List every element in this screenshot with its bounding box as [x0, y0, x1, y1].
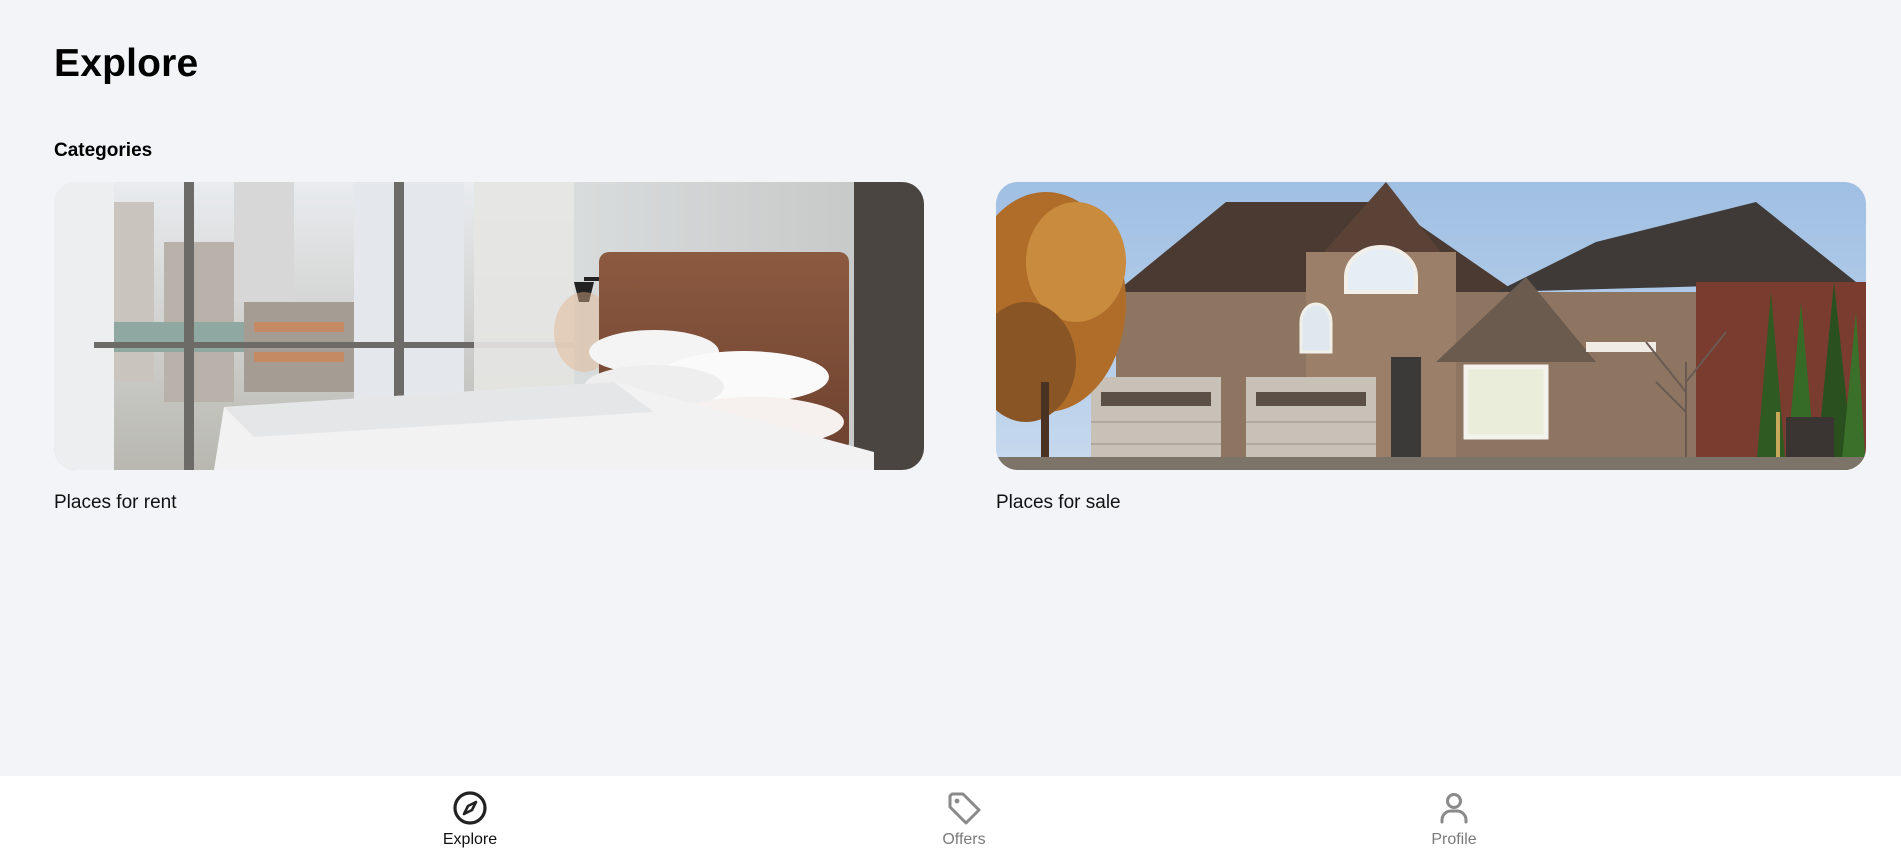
- bottom-nav: Explore Offers Profile: [0, 776, 1901, 853]
- nav-label-profile: Profile: [1431, 831, 1477, 848]
- compass-icon: [453, 791, 487, 825]
- app-root: Explore Categories Places for rent Place…: [0, 0, 1901, 853]
- tag-icon: [948, 792, 981, 825]
- sale-image: [996, 182, 1866, 470]
- categories-heading: Categories: [54, 140, 153, 161]
- explore-screen: Explore Categories Places for rent Place…: [0, 0, 1901, 776]
- nav-label-offers: Offers: [942, 831, 986, 848]
- rent-label: Places for rent: [54, 492, 177, 513]
- page-title: Explore: [54, 42, 199, 85]
- bedroom-photo: [54, 182, 924, 470]
- sale-label: Places for sale: [996, 492, 1121, 513]
- category-card-rent[interactable]: Places for rent: [54, 182, 924, 513]
- person-icon: [1440, 793, 1468, 824]
- nav-item-offers[interactable]: Offers: [904, 790, 1024, 849]
- nav-item-explore[interactable]: Explore: [410, 790, 530, 849]
- nav-label-explore: Explore: [442, 831, 498, 848]
- nav-item-profile[interactable]: Profile: [1394, 790, 1514, 849]
- category-card-sale[interactable]: Places for sale: [996, 182, 1866, 513]
- rent-image: [54, 182, 924, 470]
- house-photo: [996, 182, 1866, 470]
